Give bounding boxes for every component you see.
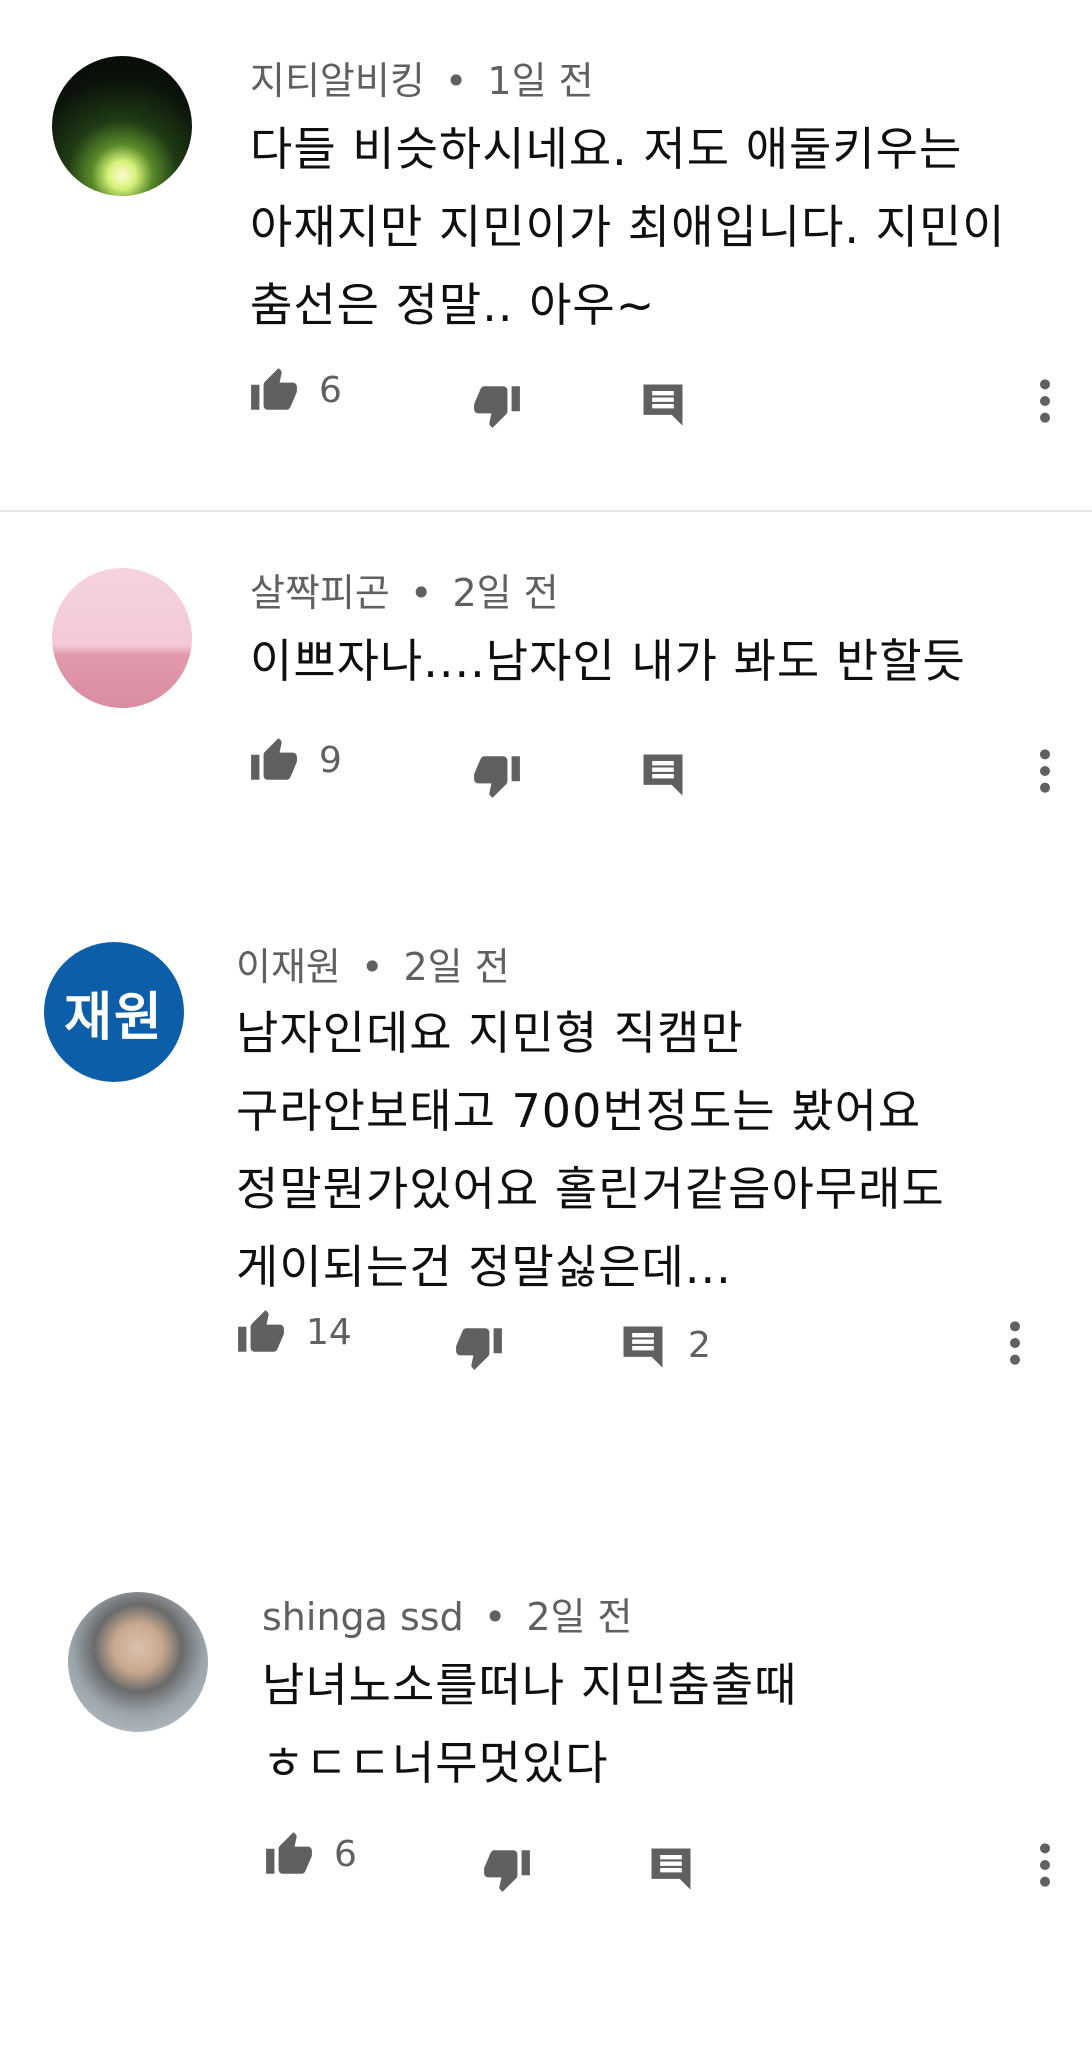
reply-count: 2 [688,1325,711,1366]
like-count: 6 [334,1834,357,1875]
thumbs-up-icon [247,736,301,786]
like-button[interactable]: 6 [247,366,342,416]
thumbs-down-icon [480,1844,534,1894]
thumbs-up-icon [262,1830,316,1880]
reply-button[interactable] [644,1842,716,1894]
comment-icon [636,378,690,430]
like-button[interactable]: 6 [262,1830,357,1880]
thumbs-up-icon [247,366,301,416]
more-vertical-icon [1030,376,1060,426]
more-options-button[interactable] [1030,376,1060,426]
dislike-button[interactable] [470,380,524,430]
thumbs-up-icon [234,1308,288,1358]
like-button[interactable]: 9 [247,736,342,786]
author-name[interactable]: 살짝피곤 [250,571,390,615]
like-count: 9 [319,740,342,781]
dislike-button[interactable] [480,1844,534,1894]
avatar-initials: 재원 [64,987,164,1048]
dislike-button[interactable] [452,1322,506,1372]
comment-meta: 이재원 • 2일 전 [236,944,510,990]
dislike-button[interactable] [470,750,524,800]
author-name[interactable]: shinga ssd [262,1595,464,1639]
meta-separator: • [483,1595,507,1639]
more-vertical-icon [1030,1840,1060,1890]
author-name[interactable]: 지티알비킹 [250,59,425,103]
comment-icon [636,748,690,800]
more-options-button[interactable] [1030,746,1060,796]
reply-button[interactable] [636,378,708,430]
comment-4: shinga ssd • 2일 전 남녀노소를떠나 지민춤출때 ㅎㄷㄷ너무멋있다… [0,1580,1092,2048]
comment-text: 남녀노소를떠나 지민춤출때 ㅎㄷㄷ너무멋있다 [262,1658,798,1790]
avatar[interactable] [52,568,192,708]
comment-text: 이쁘자나....남자인 내가 봐도 반할듯 [250,634,966,688]
comment-icon [644,1842,698,1894]
meta-separator: • [444,59,468,103]
thumbs-down-icon [470,750,524,800]
avatar[interactable] [52,56,192,196]
reply-button[interactable] [636,748,708,800]
thumbs-down-icon [470,380,524,430]
meta-separator: • [360,945,384,989]
timestamp[interactable]: 2일 전 [526,1595,632,1639]
avatar[interactable]: 재원 [44,942,184,1082]
like-count: 6 [319,370,342,411]
comment-text: 다들 비슷하시네요. 저도 애둘키우는 아재지만 지민이가 최애입니다. 지민이… [250,122,1006,332]
comment-meta: 지티알비킹 • 1일 전 [250,58,594,104]
comment-meta: 살짝피곤 • 2일 전 [250,570,559,616]
author-name[interactable]: 이재원 [236,945,341,989]
comment-text: 남자인데요 지민형 직캠만 구라안보태고 700번정도는 봤어요 정말뭔가있어요… [236,1006,945,1294]
timestamp[interactable]: 2일 전 [404,945,510,989]
like-count: 14 [306,1312,352,1353]
comment-meta: shinga ssd • 2일 전 [262,1594,633,1640]
more-options-button[interactable] [1030,1840,1060,1890]
timestamp[interactable]: 1일 전 [487,59,593,103]
like-button[interactable]: 14 [234,1308,352,1358]
more-options-button[interactable] [1000,1318,1030,1368]
thumbs-down-icon [452,1322,506,1372]
avatar[interactable] [68,1592,208,1732]
comment-1: 지티알비킹 • 1일 전 다들 비슷하시네요. 저도 애둘키우는 아재지만 지민… [0,0,1092,510]
comment-2: 살짝피곤 • 2일 전 이쁘자나....남자인 내가 봐도 반할듯 9 [0,512,1092,932]
more-vertical-icon [1030,746,1060,796]
comment-3: 재원 이재원 • 2일 전 남자인데요 지민형 직캠만 구라안보태고 700번정… [0,932,1092,1532]
reply-button[interactable]: 2 [616,1320,711,1372]
comment-icon [616,1320,670,1372]
timestamp[interactable]: 2일 전 [452,571,558,615]
meta-separator: • [409,571,433,615]
more-vertical-icon [1000,1318,1030,1368]
